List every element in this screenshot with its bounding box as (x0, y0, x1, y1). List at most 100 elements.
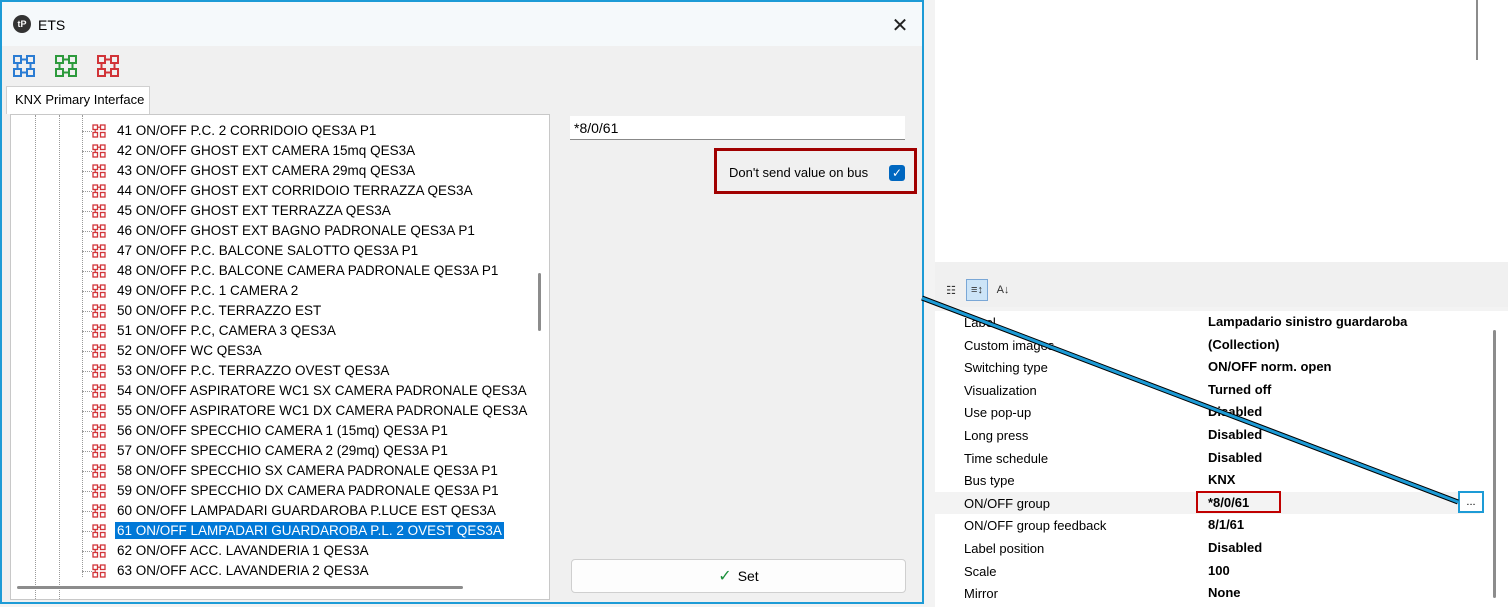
property-row[interactable]: Long press Disabled (935, 424, 1480, 446)
tree-item[interactable]: 59 ON/OFF SPECCHIO DX CAMERA PADRONALE Q… (11, 481, 549, 501)
tree-item[interactable]: 56 ON/OFF SPECCHIO CAMERA 1 (15mq) QES3A… (11, 421, 549, 441)
property-value[interactable]: None (1208, 585, 1241, 600)
tree-item[interactable]: 61 ON/OFF LAMPADARI GUARDAROBA P.L. 2 OV… (11, 521, 549, 541)
set-button[interactable]: ✓ Set (571, 559, 906, 593)
property-value[interactable]: ON/OFF norm. open (1208, 359, 1332, 374)
property-value[interactable]: Disabled (1208, 404, 1262, 419)
property-value[interactable]: Disabled (1208, 540, 1262, 555)
property-value[interactable]: 100 (1208, 563, 1230, 578)
property-value[interactable]: Disabled (1208, 450, 1262, 465)
tree-vertical-scrollbar[interactable] (538, 273, 541, 331)
close-icon: ✕ (891, 14, 909, 37)
property-label: Mirror (964, 586, 998, 602)
property-value[interactable]: Lampadario sinistro guardaroba (1208, 314, 1407, 329)
tree-connector (82, 431, 92, 432)
tree-connector (82, 291, 92, 292)
property-row[interactable]: Custom images (Collection) (935, 334, 1480, 356)
property-row[interactable]: Bus type KNX (935, 469, 1480, 491)
tree-item[interactable]: 43 ON/OFF GHOST EXT CAMERA 29mq QES3A (11, 161, 549, 181)
tree-item[interactable]: 51 ON/OFF P.C, CAMERA 3 QES3A (11, 321, 549, 341)
property-label: Long press (964, 428, 1029, 443)
tree-item[interactable]: 44 ON/OFF GHOST EXT CORRIDOIO TERRAZZA Q… (11, 181, 549, 201)
property-row[interactable]: Label Lampadario sinistro guardaroba (935, 311, 1480, 333)
set-button-label: Set (737, 568, 759, 584)
property-row[interactable]: Label position Disabled (935, 537, 1480, 559)
dont-send-label: Don't send value on bus (729, 165, 869, 180)
property-row[interactable]: Time schedule Disabled (935, 447, 1480, 469)
properties-toolbar: ☷ ≡↕ A↓ (940, 279, 1014, 301)
tree-item-label: 49 ON/OFF P.C. 1 CAMERA 2 (117, 283, 299, 298)
app-icon: tP (13, 15, 31, 33)
tree-item[interactable]: 47 ON/OFF P.C. BALCONE SALOTTO QES3A P1 (11, 241, 549, 261)
tree-connector (82, 551, 92, 552)
property-value[interactable]: 8/1/61 (1208, 517, 1244, 532)
tree-item[interactable]: 55 ON/OFF ASPIRATORE WC1 DX CAMERA PADRO… (11, 401, 549, 421)
canvas-scrollbar[interactable] (1476, 0, 1478, 60)
tree-item[interactable]: 57 ON/OFF SPECCHIO CAMERA 2 (29mq) QES3A… (11, 441, 549, 461)
tree-connector (82, 231, 92, 232)
tree-item[interactable]: 62 ON/OFF ACC. LAVANDERIA 1 QES3A (11, 541, 549, 561)
property-row[interactable]: Scale 100 (935, 560, 1480, 582)
tree-connector (82, 571, 92, 572)
tab-knx-primary-interface[interactable]: KNX Primary Interface (6, 86, 150, 114)
sort-alpha-icon[interactable]: A↓ (992, 279, 1014, 301)
group-address-icon (92, 384, 106, 398)
group-address-icon (92, 284, 106, 298)
tree-item-label: 58 ON/OFF SPECCHIO SX CAMERA PADRONALE Q… (117, 463, 498, 478)
tree-item[interactable]: 54 ON/OFF ASPIRATORE WC1 SX CAMERA PADRO… (11, 381, 549, 401)
properties-toolbar-area (935, 262, 1508, 307)
property-label: Time schedule (964, 450, 1049, 466)
property-grid-scrollbar[interactable] (1493, 330, 1496, 598)
tree-item[interactable]: 46 ON/OFF GHOST EXT BAGNO PADRONALE QES3… (11, 221, 549, 241)
property-row[interactable]: Visualization Turned off (935, 379, 1480, 401)
tree-item-label: 55 ON/OFF ASPIRATORE WC1 DX CAMERA PADRO… (117, 403, 528, 418)
group-address-icon (92, 244, 106, 258)
group-address-tree: 41 ON/OFF P.C. 2 CORRIDOIO QES3A P1 42 ON… (10, 114, 550, 600)
property-label: Bus type (964, 473, 1015, 489)
group-address-input[interactable] (570, 116, 905, 140)
tree-item[interactable]: 50 ON/OFF P.C. TERRAZZO EST (11, 301, 549, 321)
property-row[interactable]: Use pop-up Disabled (935, 401, 1480, 423)
tree-item-label: 53 ON/OFF P.C. TERRAZZO OVEST QES3A (117, 363, 390, 378)
tree-connector (82, 411, 92, 412)
ets-dialog: tP ETS ✕ KNX Primary Interface 41 ON/OFF… (0, 0, 924, 604)
group-address-icon (92, 364, 106, 378)
categorized-icon[interactable]: ☷ (940, 279, 962, 301)
tree-item-label: 46 ON/OFF GHOST EXT BAGNO PADRONALE QES3… (117, 223, 475, 238)
tree-item[interactable]: 42 ON/OFF GHOST EXT CAMERA 15mq QES3A (11, 141, 549, 161)
tree-item[interactable]: 63 ON/OFF ACC. LAVANDERIA 2 QES3A (11, 561, 549, 581)
window-title: ETS (38, 17, 66, 33)
tree-item[interactable]: 41 ON/OFF P.C. 2 CORRIDOIO QES3A P1 (11, 121, 549, 141)
tree-item[interactable]: 45 ON/OFF GHOST EXT TERRAZZA QES3A (11, 201, 549, 221)
group-address-icon (92, 524, 106, 538)
dont-send-checkbox[interactable]: ✓ (889, 165, 905, 181)
tree-horizontal-scrollbar[interactable] (17, 586, 463, 589)
property-row[interactable]: Switching type ON/OFF norm. open (935, 356, 1480, 378)
tree-item[interactable]: 58 ON/OFF SPECCHIO SX CAMERA PADRONALE Q… (11, 461, 549, 481)
title-bar: tP ETS ✕ (2, 2, 922, 46)
tree-item[interactable]: 48 ON/OFF P.C. BALCONE CAMERA PADRONALE … (11, 261, 549, 281)
tree-item[interactable]: 60 ON/OFF LAMPADARI GUARDAROBA P.LUCE ES… (11, 501, 549, 521)
property-row[interactable]: ON/OFF group feedback 8/1/61 (935, 514, 1480, 536)
group-address-icon (92, 164, 106, 178)
tree-connector (82, 531, 92, 532)
tree-item[interactable]: 49 ON/OFF P.C. 1 CAMERA 2 (11, 281, 549, 301)
group-address-icon (92, 464, 106, 478)
tree-item-label: 51 ON/OFF P.C, CAMERA 3 QES3A (117, 323, 336, 338)
network-icon[interactable] (12, 54, 36, 78)
close-button[interactable]: ✕ (886, 11, 914, 39)
property-value[interactable]: Disabled (1208, 427, 1262, 442)
tree-item[interactable]: 52 ON/OFF WC QES3A (11, 341, 549, 361)
check-icon: ✓ (718, 568, 732, 585)
tree-item[interactable]: 53 ON/OFF P.C. TERRAZZO OVEST QES3A (11, 361, 549, 381)
property-value[interactable]: (Collection) (1208, 337, 1280, 352)
network-icon[interactable] (54, 54, 78, 78)
group-address-icon (92, 444, 106, 458)
network-icon[interactable] (96, 54, 120, 78)
group-address-icon (92, 484, 106, 498)
property-value[interactable]: KNX (1208, 472, 1235, 487)
ellipsis-button[interactable]: ... (1458, 491, 1484, 513)
property-row[interactable]: Mirror None (935, 582, 1480, 604)
property-value[interactable]: Turned off (1208, 382, 1271, 397)
sort-order-icon[interactable]: ≡↕ (966, 279, 988, 301)
